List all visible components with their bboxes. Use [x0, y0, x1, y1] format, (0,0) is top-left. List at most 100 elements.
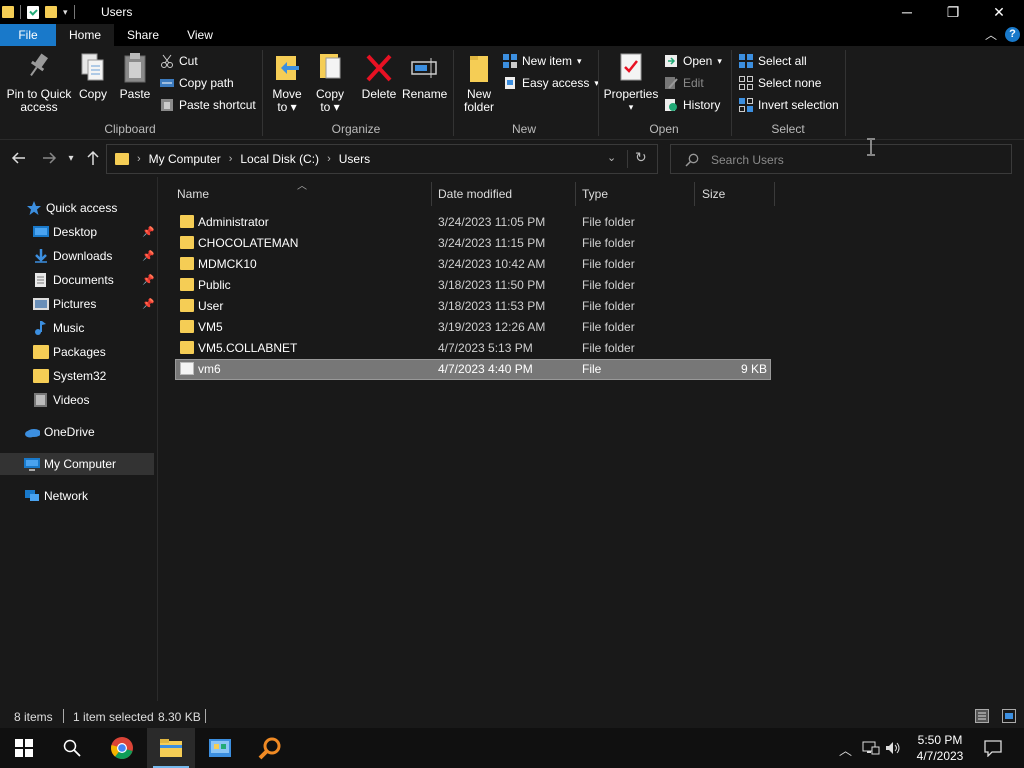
pin-icon[interactable]: 📌 — [142, 299, 154, 310]
column-header-date-modified[interactable]: Date modified — [438, 187, 578, 213]
forward-button[interactable] — [40, 150, 58, 168]
up-button[interactable] — [84, 150, 102, 168]
customize-toolbar-icon[interactable]: ▾ — [63, 7, 68, 18]
notifications-icon[interactable] — [984, 739, 1002, 760]
sidebar-item-network[interactable]: Network — [0, 485, 154, 507]
column-divider[interactable] — [694, 182, 695, 206]
chevron-right-icon[interactable]: › — [229, 153, 233, 165]
network-status-icon[interactable] — [862, 740, 880, 759]
sidebar-item-packages[interactable]: Packages — [0, 341, 154, 363]
chrome-taskbar-button[interactable] — [98, 728, 146, 768]
breadcrumb-local-disk[interactable]: Local Disk (C:) — [240, 152, 319, 166]
table-row[interactable]: Public 3/18/2023 11:50 PM File folder — [175, 275, 771, 296]
history-button[interactable]: History — [664, 95, 720, 115]
large-icons-view-button[interactable] — [1002, 709, 1016, 723]
column-divider[interactable] — [774, 182, 775, 206]
invert-selection-button[interactable]: Invert selection — [739, 95, 839, 115]
paste-shortcut-button[interactable]: Paste shortcut — [160, 95, 256, 115]
open-button[interactable]: Open ▾ — [664, 51, 722, 71]
properties-button[interactable]: Properties ▾ — [603, 50, 659, 114]
sidebar-item-onedrive[interactable]: OneDrive — [0, 421, 154, 443]
clock[interactable]: 5:50 PM 4/7/2023 — [902, 732, 978, 764]
sidebar-item-documents[interactable]: Documents 📌 — [0, 269, 154, 291]
volume-icon[interactable] — [884, 740, 902, 759]
sidebar-item-pictures[interactable]: Pictures 📌 — [0, 293, 154, 315]
pin-icon[interactable]: 📌 — [142, 227, 154, 238]
new-folder-icon[interactable] — [45, 6, 57, 18]
search-taskbar-button[interactable] — [48, 728, 96, 768]
help-icon[interactable]: ? — [1005, 27, 1020, 42]
group-label-new: New — [511, 122, 536, 136]
sidebar-item-downloads[interactable]: Downloads 📌 — [0, 245, 154, 267]
folder-icon — [180, 320, 194, 333]
search-tool-taskbar-button[interactable] — [246, 728, 294, 768]
pin-to-quick-access-button[interactable]: Pin to Quick access — [4, 50, 74, 114]
copy-to-button[interactable]: Copy to ▾ — [312, 50, 348, 114]
minimize-button[interactable]: ─ — [884, 0, 930, 24]
copy-path-button[interactable]: Copy path — [160, 73, 234, 93]
pin-icon[interactable]: 📌 — [142, 275, 154, 286]
breadcrumb-users[interactable]: Users — [339, 152, 370, 166]
select-all-button[interactable]: Select all — [739, 51, 807, 71]
control-panel-taskbar-button[interactable] — [196, 728, 244, 768]
address-history-dropdown[interactable]: ⌄ — [607, 151, 616, 164]
table-row[interactable]: User 3/18/2023 11:53 PM File folder — [175, 296, 771, 317]
table-row[interactable]: CHOCOLATEMAN 3/24/2023 11:15 PM File fol… — [175, 233, 771, 254]
chrome-icon — [111, 737, 133, 759]
breadcrumb-my-computer[interactable]: My Computer — [149, 152, 221, 166]
tab-file[interactable]: File — [0, 24, 56, 46]
move-to-icon — [273, 50, 301, 84]
column-header-size[interactable]: Size — [702, 187, 772, 213]
back-button[interactable] — [10, 150, 28, 168]
maximize-button[interactable]: ❐ — [930, 0, 976, 24]
select-none-button[interactable]: Select none — [739, 73, 821, 93]
collapse-ribbon-icon[interactable]: ︿ — [985, 26, 997, 44]
column-header-type[interactable]: Type — [582, 187, 692, 213]
table-row[interactable]: VM5.COLLABNET 4/7/2023 5:13 PM File fold… — [175, 338, 771, 359]
cut-button[interactable]: Cut — [160, 51, 198, 71]
group-label-organize: Organize — [331, 122, 381, 136]
start-button[interactable] — [0, 728, 48, 768]
column-divider[interactable] — [431, 182, 432, 206]
details-view-button[interactable] — [975, 709, 989, 723]
file-date: 3/19/2023 12:26 AM — [438, 320, 546, 334]
pin-icon[interactable]: 📌 — [142, 251, 154, 262]
close-button[interactable]: ✕ — [976, 0, 1022, 24]
table-row[interactable]: Administrator 3/24/2023 11:05 PM File fo… — [175, 212, 771, 233]
move-to-label-2: to ▾ — [277, 100, 297, 114]
search-box[interactable]: Search Users — [670, 144, 1012, 174]
table-row[interactable]: MDMCK10 3/24/2023 10:42 AM File folder — [175, 254, 771, 275]
show-hidden-icons-button[interactable]: ︿ — [839, 740, 852, 759]
sidebar-item-quick-access[interactable]: Quick access — [0, 197, 154, 219]
easy-access-button[interactable]: Easy access ▾ — [503, 73, 599, 93]
copy-button[interactable]: Copy — [76, 50, 110, 101]
tab-view[interactable]: View — [172, 24, 228, 46]
column-divider[interactable] — [575, 182, 576, 206]
new-folder-button[interactable]: New folder — [458, 50, 500, 114]
delete-button[interactable]: Delete — [358, 50, 400, 101]
recent-locations-button[interactable]: ▾ — [64, 150, 78, 168]
sidebar-item-desktop[interactable]: Desktop 📌 — [0, 221, 154, 243]
properties-icon[interactable] — [27, 5, 39, 19]
chevron-right-icon[interactable]: › — [327, 153, 331, 165]
windows-logo-icon — [15, 739, 33, 757]
new-item-button[interactable]: New item ▾ — [503, 51, 582, 71]
sidebar-item-music[interactable]: Music — [0, 317, 154, 339]
address-bar[interactable]: › My Computer › Local Disk (C:) › Users … — [106, 144, 658, 174]
invert-selection-label: Invert selection — [758, 98, 839, 112]
table-row[interactable]: VM5 3/19/2023 12:26 AM File folder — [175, 317, 771, 338]
rename-button[interactable]: Rename — [402, 50, 447, 101]
file-explorer-taskbar-button[interactable] — [147, 728, 195, 768]
sidebar-item-system32[interactable]: System32 — [0, 365, 154, 387]
paste-button[interactable]: Paste — [116, 50, 154, 101]
move-to-button[interactable]: Move to ▾ — [268, 50, 306, 114]
sidebar-item-my-computer[interactable]: My Computer — [0, 453, 154, 475]
column-header-name[interactable]: Name — [177, 187, 429, 213]
refresh-button[interactable]: ↻ — [635, 149, 647, 166]
sidebar-item-videos[interactable]: Videos — [0, 389, 154, 411]
chevron-right-icon[interactable]: › — [137, 153, 141, 165]
edit-button[interactable]: Edit — [664, 73, 704, 93]
tab-share[interactable]: Share — [114, 24, 172, 46]
tab-home[interactable]: Home — [56, 24, 114, 46]
table-row-selected[interactable]: vm6 4/7/2023 4:40 PM File 9 KB — [175, 359, 771, 380]
